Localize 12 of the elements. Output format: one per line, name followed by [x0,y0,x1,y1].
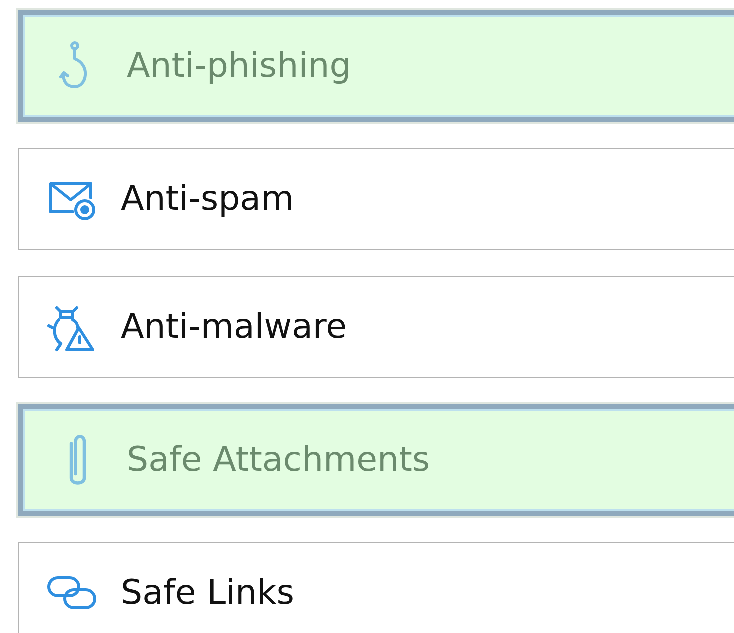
policy-label: Anti-spam [121,179,294,219]
policy-item[interactable]: Anti-malware [18,276,734,378]
policy-label: Safe Attachments [127,440,430,480]
policy-item[interactable]: Safe Links [18,542,734,633]
policy-label: Anti-phishing [127,46,352,86]
policy-label: Anti-malware [121,307,348,347]
link-icon [47,576,97,610]
paperclip-icon [69,433,87,487]
policy-item[interactable]: Anti-phishing [18,10,734,122]
policy-item[interactable]: Safe Attachments [18,404,734,516]
policy-item[interactable]: Anti-spam [18,148,734,250]
policy-label: Safe Links [121,573,294,613]
